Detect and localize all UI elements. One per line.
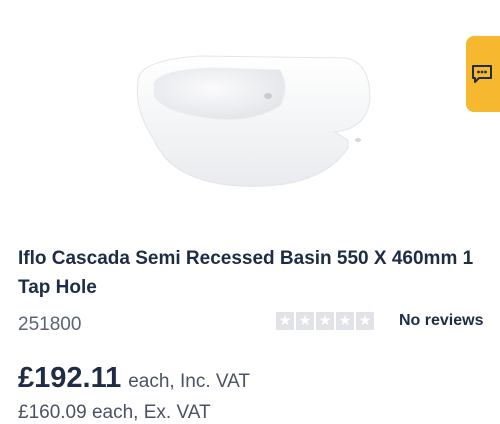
product-image[interactable] [120, 40, 390, 210]
star-icon: ★ [316, 312, 334, 330]
star-rating[interactable]: ★ ★ ★ ★ ★ [276, 312, 374, 330]
price-ex-vat: £160.09 each, Ex. VAT [18, 402, 211, 423]
price: £192.11 [18, 362, 122, 394]
price-row: £192.11 each, Inc. VAT [18, 362, 250, 395]
price-suffix: each, Inc. VAT [128, 371, 251, 392]
star-icon: ★ [356, 312, 374, 330]
chat-button[interactable] [466, 36, 500, 112]
star-icon: ★ [296, 312, 314, 330]
product-title: Iflo Cascada Semi Recessed Basin 550 X 4… [18, 248, 474, 298]
chat-bubble-icon [472, 65, 492, 83]
star-icon: ★ [336, 312, 354, 330]
reviews-link[interactable]: No reviews [399, 312, 483, 330]
star-icon: ★ [276, 312, 294, 330]
product-code: 251800 [18, 314, 82, 335]
